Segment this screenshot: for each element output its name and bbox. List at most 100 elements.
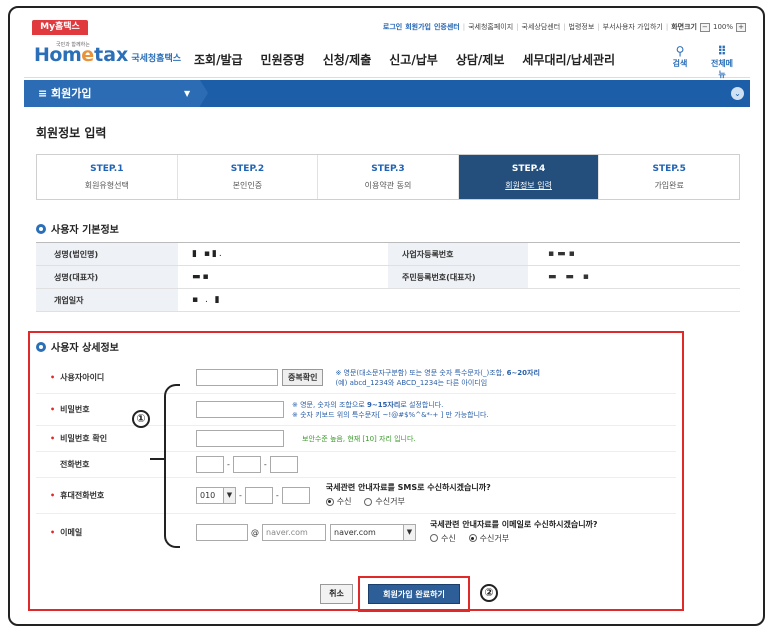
consult-center-link[interactable]: 국세상담센터: [522, 22, 561, 32]
basic-info-heading: 사용자 기본정보: [36, 221, 119, 236]
location-bar: ≡ 회원가입 ▼ ⌄: [24, 80, 750, 107]
field-label: • 비밀번호 확인: [50, 434, 108, 443]
nts-homepage-link[interactable]: 국세청홈페이지: [468, 22, 513, 32]
step-1: STEP.1 회원유형선택: [37, 155, 178, 199]
sms-yes-radio[interactable]: 수신: [325, 496, 352, 507]
table-row: 개업일자 ▪ . ▮: [36, 289, 740, 312]
email-domain-input[interactable]: naver.com: [262, 523, 326, 541]
utility-bar: My홈택스 로그인 회원가입 인증센터 | 국세청홈페이지 | 국세상담센터 |…: [24, 18, 750, 36]
email-no-radio[interactable]: 수신거부: [468, 533, 509, 544]
step-number: STEP.2: [230, 164, 265, 174]
logo-text-tax: tax: [94, 44, 129, 66]
field-value: ▮ ▪▮.: [192, 249, 224, 259]
mobile-part3-input[interactable]: [281, 487, 310, 504]
user-id-input[interactable]: [196, 369, 278, 386]
submit-highlight-box: 회원가입 완료하기: [358, 576, 470, 612]
cert-center-link[interactable]: 인증센터: [434, 22, 460, 32]
field-label: • 사용자아이디: [50, 373, 105, 382]
step-number: STEP.5: [652, 164, 686, 174]
nav-tax-agent[interactable]: 세무대리/납세관리: [522, 51, 615, 68]
password-input[interactable]: [196, 401, 284, 418]
zoom-out-button[interactable]: −: [699, 22, 710, 32]
nav-report-pay[interactable]: 신고/납부: [389, 51, 438, 68]
email-consent: 국세관련 안내자료를 이메일로 수신하시겠습니까? 수신 수신거부: [430, 519, 598, 546]
step-number: STEP.4: [511, 164, 546, 174]
nav-consult-report[interactable]: 상담/제보: [456, 51, 505, 68]
all-menu-button[interactable]: ⠿ 전체메뉴: [708, 44, 736, 80]
my-hometax-tab[interactable]: My홈택스: [32, 20, 88, 35]
search-icon: ⚲: [675, 44, 685, 58]
email-local-input[interactable]: [196, 523, 248, 541]
location-caret-icon[interactable]: ▼: [184, 80, 190, 107]
detail-info-heading: 사용자 상세정보: [36, 339, 119, 354]
cancel-button[interactable]: 취소: [320, 584, 353, 604]
mobile-part2-input[interactable]: [244, 487, 273, 504]
form-row-password-confirm: • 비밀번호 확인 보안수준 높음, 현재 [10] 자리 입니다.: [36, 426, 676, 452]
sms-question: 국세관련 안내자료를 SMS로 수신하시겠습니까?: [325, 483, 491, 493]
password-strength-text: 보안수준 높음, 현재 [10] 자리 입니다.: [302, 434, 416, 443]
field-value: ▪▬▪: [548, 249, 578, 259]
nav-civil-cert[interactable]: 민원증명: [261, 51, 305, 68]
chevron-down-icon: ▼: [223, 488, 235, 503]
signup-link[interactable]: 회원가입: [405, 22, 431, 32]
bracket-tip: [150, 458, 166, 460]
detail-info-title: 사용자 상세정보: [51, 343, 119, 354]
nav-apply-submit[interactable]: 신청/제출: [323, 51, 372, 68]
form-row-phone: 전화번호 - -: [36, 452, 676, 478]
main-nav: 조회/발급 민원증명 신청/제출 신고/납부 상담/제보 세무대리/납세관리: [194, 51, 615, 68]
zoom-level: 100%: [712, 23, 733, 31]
nav-inquiry-issue[interactable]: 조회/발급: [194, 51, 243, 68]
step-label: 회원유형선택: [84, 181, 129, 190]
complete-signup-button[interactable]: 회원가입 완료하기: [368, 584, 460, 604]
mobile-prefix-select[interactable]: 010 ▼: [196, 487, 236, 504]
form-row-mobile: • 휴대전화번호 010 ▼ - - 국세관련 안내자료를 SMS로 수신하시겠습니…: [36, 478, 676, 514]
location-title[interactable]: ≡ 회원가입: [24, 80, 200, 107]
zoom-in-button[interactable]: +: [736, 22, 746, 32]
step-number: STEP.1: [90, 164, 124, 174]
password-hint: ※ 영문, 숫자의 조합으로 9~15자리로 설정합니다. ※ 숫자 키보드 위…: [292, 400, 489, 419]
annotation-number-2: ②: [480, 584, 498, 602]
phone-part3-input[interactable]: [269, 456, 298, 473]
search-label: 검색: [672, 59, 688, 68]
chevron-down-icon: ▼: [403, 524, 415, 540]
field-label: 성명(법인명): [36, 243, 178, 265]
search-button[interactable]: ⚲ 검색: [666, 44, 694, 69]
step-label: 이용약관 동의: [364, 181, 412, 190]
email-domain-select[interactable]: naver.com ▼: [330, 523, 416, 541]
form-row-email: • 이메일 @ naver.com naver.com ▼ 국세관련 안내자료를 이…: [36, 514, 676, 550]
form-row-id: • 사용자아이디 중복확인 ※ 영문(대소문자구분함) 또는 영문 숫자 특수문자…: [36, 362, 676, 394]
phone-part2-input[interactable]: [232, 456, 261, 473]
dept-user-signup-link[interactable]: 부서사용자 가입하기: [603, 22, 663, 32]
field-label: • 비밀번호: [50, 405, 90, 414]
law-info-link[interactable]: 법령정보: [569, 22, 595, 32]
page-title: 회원정보 입력: [36, 126, 107, 140]
login-link[interactable]: 로그인: [383, 22, 402, 32]
hometax-logo[interactable]: 국민과 함께하는 Hom e tax 국세청홈택스: [34, 42, 182, 66]
table-row: 성명(대표자) ▬▪ 주민등록번호(대표자) ▬ ▬ ▪: [36, 266, 740, 289]
field-value: ▬▪: [192, 272, 211, 282]
bracket-annotation: [164, 384, 180, 548]
screen-size-label: 화면크기: [671, 23, 697, 31]
step-indicator: STEP.1 회원유형선택 STEP.2 본인인증 STEP.3 이용약관 동의…: [36, 154, 740, 200]
expand-circle-icon[interactable]: ⌄: [731, 87, 744, 100]
sms-no-radio[interactable]: 수신거부: [364, 496, 405, 507]
field-label: • 이메일: [50, 527, 83, 537]
phone-part1-input[interactable]: [196, 456, 224, 473]
browser-content: My홈택스 로그인 회원가입 인증센터 | 국세청홈페이지 | 국세상담센터 |…: [24, 18, 750, 618]
field-label: 전화번호: [60, 460, 90, 469]
duplicate-check-button[interactable]: 중복확인: [282, 369, 324, 386]
field-value: ▪ . ▮: [192, 295, 222, 305]
section-bullet-icon: [36, 223, 46, 234]
basic-info-table: 성명(법인명) ▮ ▪▮. 사업자등록번호 ▪▬▪ 성명(대표자) ▬▪ 주민등…: [36, 242, 740, 312]
email-yes-radio[interactable]: 수신: [430, 533, 456, 544]
step-4-active: STEP.4 회원정보 입력: [458, 155, 600, 199]
field-label: 주민등록번호(대표자): [388, 266, 528, 288]
email-at: @: [251, 527, 259, 537]
step-5: STEP.5 가입완료: [599, 155, 739, 199]
field-value: ▬ ▬ ▪: [548, 272, 592, 282]
step-label: 회원정보 입력: [505, 181, 552, 190]
password-confirm-input[interactable]: [196, 430, 284, 447]
logo-korean-name: 국세청홈택스: [131, 54, 182, 64]
step-3: STEP.3 이용약관 동의: [318, 155, 459, 199]
table-row: 성명(법인명) ▮ ▪▮. 사업자등록번호 ▪▬▪: [36, 243, 740, 266]
